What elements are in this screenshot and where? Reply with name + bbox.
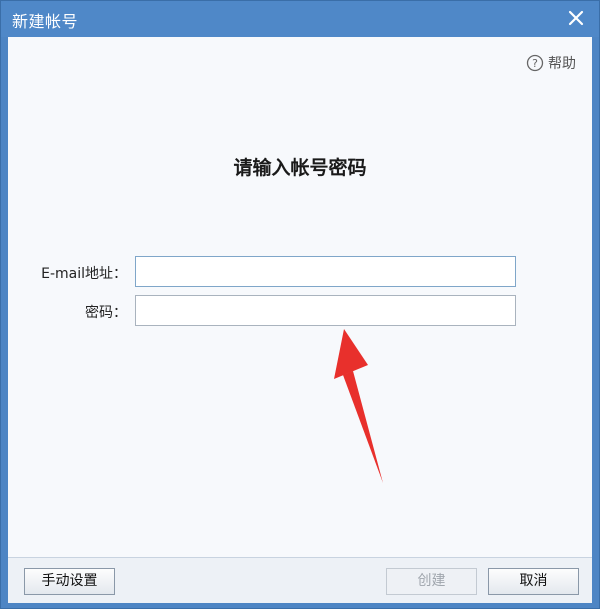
email-input[interactable] [135,256,516,287]
svg-text:?: ? [532,57,538,70]
close-icon[interactable] [565,7,587,29]
annotation-arrow [334,329,383,483]
help-icon: ? [526,54,544,72]
password-input[interactable] [135,295,516,326]
password-row: 密码： [8,295,592,327]
password-label: 密码： [85,305,127,321]
manual-setup-button[interactable]: 手动设置 [24,568,115,595]
create-button[interactable]: 创建 [386,568,477,595]
help-label: 帮助 [548,56,576,72]
cancel-button[interactable]: 取消 [488,568,579,595]
title-bar[interactable]: 新建帐号 [1,1,599,37]
dialog-footer: 手动设置 创建 取消 [8,557,592,603]
email-row: E-mail地址： [8,256,592,288]
email-label: E-mail地址： [41,266,127,282]
page-heading: 请输入帐号密码 [233,157,367,179]
window-title: 新建帐号 [12,12,79,31]
dialog-window: 新建帐号 ? 帮助 请输入帐号密码 E-mail地址： 密码： 手动设置 创建 … [0,0,600,609]
help-link[interactable]: ? 帮助 [526,53,576,73]
dialog-body: ? 帮助 请输入帐号密码 E-mail地址： 密码： 手动设置 创建 取消 [8,37,592,603]
